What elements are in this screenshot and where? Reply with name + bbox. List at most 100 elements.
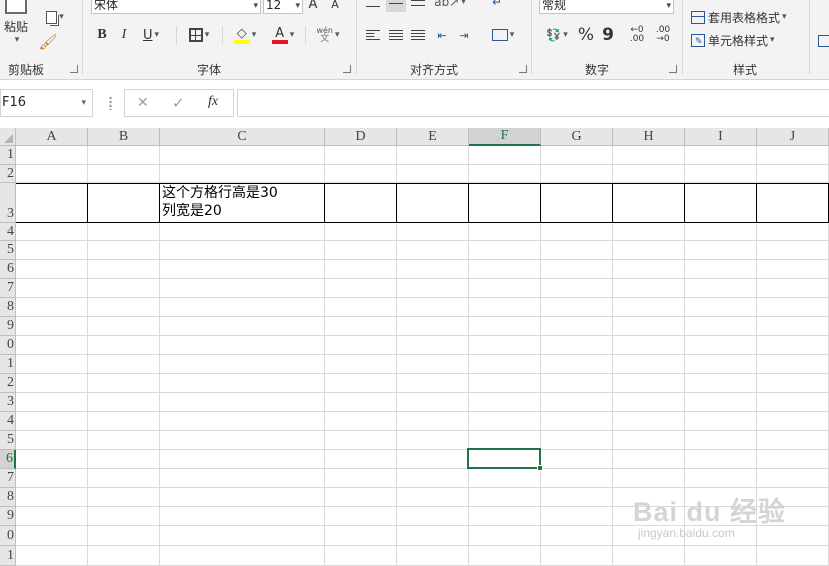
increase-indent-button[interactable]: ⇥ bbox=[456, 26, 472, 44]
phonetic-button[interactable]: wén 文 ▾ bbox=[310, 24, 346, 46]
font-name-select[interactable]: 宋体 ▾ bbox=[91, 0, 261, 14]
font-dialog-launcher[interactable] bbox=[343, 65, 351, 73]
gridline bbox=[16, 164, 829, 165]
row-header[interactable]: 7 bbox=[0, 279, 16, 298]
alignment-group-label: 对齐方式 bbox=[410, 63, 459, 77]
borders-button[interactable]: ▾ bbox=[182, 25, 216, 45]
orientation-button[interactable]: ab↗ ▾ bbox=[434, 0, 466, 10]
group-divider bbox=[82, 0, 83, 74]
percent-button[interactable]: % bbox=[578, 25, 594, 45]
row-header[interactable]: 8 bbox=[0, 298, 16, 317]
styles-group-label: 样式 bbox=[733, 63, 758, 77]
row-header[interactable]: 4 bbox=[0, 223, 16, 241]
merge-center-button[interactable]: ▾ bbox=[486, 24, 520, 46]
column-header-f[interactable]: F bbox=[469, 128, 541, 146]
grow-font-button[interactable]: A bbox=[306, 0, 320, 12]
format-painter-button[interactable]: 🖌 bbox=[38, 32, 58, 52]
row-header[interactable]: 1 bbox=[0, 355, 16, 374]
align-center-button[interactable] bbox=[388, 26, 404, 44]
alignment-dialog-launcher[interactable] bbox=[519, 65, 527, 73]
shrink-font-button[interactable]: A bbox=[328, 0, 342, 12]
row-header[interactable]: 5 bbox=[0, 241, 16, 260]
row-header[interactable]: 1 bbox=[0, 546, 16, 566]
font-color-button[interactable]: A ▾ bbox=[266, 24, 300, 46]
column-header-j[interactable]: J bbox=[757, 128, 829, 146]
formula-input[interactable] bbox=[237, 89, 829, 117]
gridline bbox=[16, 316, 829, 317]
bold-button[interactable]: B bbox=[94, 26, 110, 44]
formula-bar-grip[interactable] bbox=[109, 96, 112, 110]
select-all-button[interactable] bbox=[0, 128, 16, 146]
italic-button[interactable]: I bbox=[116, 26, 132, 44]
cell-border-vertical bbox=[684, 183, 685, 223]
column-header-g[interactable]: G bbox=[541, 128, 613, 146]
column-header-c[interactable]: C bbox=[160, 128, 325, 146]
wrap-text-button[interactable]: ↵ bbox=[487, 0, 507, 10]
row-header[interactable]: 9 bbox=[0, 507, 16, 526]
name-box[interactable]: F16 ▾ bbox=[0, 89, 93, 117]
cell-styles-button[interactable]: ✎ 单元格样式 ▾ bbox=[691, 31, 791, 49]
font-size-select[interactable]: 12 ▾ bbox=[263, 0, 303, 14]
merge-center-icon bbox=[491, 29, 508, 41]
insert-function-icon[interactable]: fx bbox=[208, 94, 218, 110]
cell-styles-label: 单元格样式 bbox=[708, 33, 769, 48]
align-right-button[interactable] bbox=[410, 26, 426, 44]
number-format-select[interactable]: 常规 ▾ bbox=[539, 0, 674, 14]
chevron-down-icon: ▾ bbox=[289, 30, 295, 40]
accounting-format-button[interactable]: 💱 ▾ bbox=[541, 26, 573, 44]
decrease-decimal-button[interactable]: .00 →0 bbox=[652, 24, 674, 46]
copy-button[interactable]: ▾ bbox=[38, 8, 72, 26]
gridline bbox=[16, 545, 829, 546]
column-header-a[interactable]: A bbox=[16, 128, 88, 146]
cell-border-vertical bbox=[468, 183, 469, 223]
column-header-h[interactable]: H bbox=[613, 128, 685, 146]
row-header[interactable]: 3 bbox=[0, 393, 16, 412]
chevron-down-icon: ▾ bbox=[81, 98, 86, 108]
align-top-button[interactable] bbox=[365, 0, 381, 10]
align-left-button[interactable] bbox=[365, 26, 381, 44]
row-header[interactable]: 9 bbox=[0, 317, 16, 336]
chevron-down-icon: ▾ bbox=[666, 1, 671, 11]
row-header[interactable]: 2 bbox=[0, 374, 16, 393]
row-header[interactable]: 0 bbox=[0, 336, 16, 355]
enter-icon[interactable]: ✓ bbox=[172, 94, 185, 112]
align-middle-button[interactable] bbox=[386, 0, 406, 12]
row-header[interactable]: 5 bbox=[0, 431, 16, 450]
row-header[interactable]: 7 bbox=[0, 469, 16, 488]
comma-style-button[interactable]: 9 bbox=[602, 25, 614, 45]
column-header-d[interactable]: D bbox=[325, 128, 397, 146]
insert-cells-button[interactable] bbox=[818, 34, 829, 48]
column-header-e[interactable]: E bbox=[397, 128, 469, 146]
fill-handle[interactable] bbox=[537, 465, 543, 471]
fill-color-button[interactable]: ◇ ▾ bbox=[228, 24, 262, 46]
decrease-indent-icon: ⇤ bbox=[437, 28, 447, 42]
font-group-label: 字体 bbox=[197, 63, 222, 77]
row-header[interactable]: 0 bbox=[0, 526, 16, 546]
format-as-table-button[interactable]: 套用表格格式 ▾ bbox=[691, 8, 797, 26]
gridline bbox=[16, 468, 829, 469]
row-header[interactable]: 2 bbox=[0, 165, 16, 183]
column-header-b[interactable]: B bbox=[88, 128, 160, 146]
row-header[interactable]: 3 bbox=[0, 183, 16, 223]
clipboard-dialog-launcher[interactable] bbox=[70, 65, 78, 73]
row-header[interactable]: 8 bbox=[0, 488, 16, 507]
increase-decimal-button[interactable]: ←0.00 bbox=[626, 24, 648, 46]
number-dialog-launcher[interactable] bbox=[669, 65, 677, 73]
row-header[interactable]: 6 bbox=[0, 450, 16, 469]
cell-border-top bbox=[16, 183, 829, 184]
align-bottom-button[interactable] bbox=[410, 0, 426, 10]
column-header-i[interactable]: I bbox=[685, 128, 757, 146]
font-color-icon: A bbox=[271, 27, 288, 44]
cell-styles-icon: ✎ bbox=[691, 33, 705, 47]
underline-button[interactable]: U ▾ bbox=[137, 26, 165, 44]
active-cell[interactable] bbox=[467, 448, 541, 469]
cancel-icon[interactable]: ✕ bbox=[137, 95, 149, 111]
decrease-indent-button[interactable]: ⇤ bbox=[434, 26, 450, 44]
paste-button[interactable]: 粘贴 ▾ bbox=[0, 0, 32, 52]
cell-c3[interactable]: 这个方格行高是30 列宽是20 bbox=[162, 184, 323, 222]
row-header[interactable]: 1 bbox=[0, 146, 16, 165]
row-header[interactable]: 6 bbox=[0, 260, 16, 279]
chevron-down-icon: ▾ bbox=[204, 30, 210, 40]
row-header[interactable]: 4 bbox=[0, 412, 16, 431]
align-left-icon bbox=[366, 30, 380, 40]
